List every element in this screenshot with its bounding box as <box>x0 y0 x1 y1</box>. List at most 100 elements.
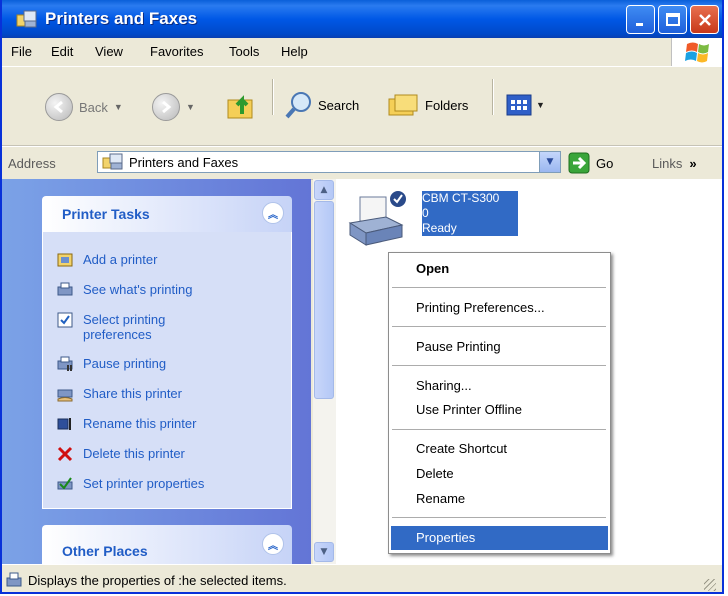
links-button[interactable]: Links » <box>652 156 697 171</box>
task-rename-printer-label: Rename this printer <box>83 416 197 431</box>
printer-icon[interactable] <box>346 189 406 249</box>
status-bar: Displays the properties of :he selected … <box>2 564 722 592</box>
up-folder-icon <box>227 95 253 119</box>
close-button[interactable] <box>690 5 719 34</box>
task-rename-printer[interactable]: Rename this printer <box>57 416 196 432</box>
task-select-preferences-label: Select printing preferences <box>83 312 166 342</box>
menu-delete[interactable]: Delete <box>416 466 454 481</box>
status-text: Displays the properties of :he selected … <box>28 573 287 588</box>
menu-printing-preferences[interactable]: Printing Preferences... <box>416 300 545 315</box>
task-share-printer-label: Share this printer <box>83 386 182 401</box>
scroll-up-icon[interactable]: ▲ <box>314 180 334 200</box>
task-see-printing[interactable]: See what's printing <box>57 282 192 298</box>
minimize-button[interactable] <box>626 5 655 34</box>
menu-favorites[interactable]: Favorites <box>150 44 203 59</box>
address-value: Printers and Faxes <box>129 154 239 170</box>
vertical-scrollbar[interactable]: ▲ ▼ <box>313 179 336 564</box>
printer-name-line2: 0 <box>422 206 429 220</box>
close-icon <box>698 13 711 26</box>
views-icon <box>506 94 532 116</box>
rename-icon <box>57 418 71 430</box>
other-places-title: Other Places <box>62 543 148 559</box>
menu-view[interactable]: View <box>95 44 123 59</box>
go-arrow-icon <box>568 152 590 174</box>
address-input[interactable]: Printers and Faxes ▼ <box>97 151 561 173</box>
menu-edit[interactable]: Edit <box>51 44 73 59</box>
task-delete-printer[interactable]: Delete this printer <box>57 446 185 462</box>
printer-status: Ready <box>422 221 457 235</box>
task-set-properties[interactable]: Set printer properties <box>57 476 204 492</box>
printer-tasks-title: Printer Tasks <box>62 206 150 222</box>
search-button[interactable]: Search <box>284 90 359 120</box>
menu-properties[interactable]: Properties <box>416 530 475 545</box>
status-printer-icon <box>6 572 22 587</box>
forward-arrow-icon <box>152 93 180 121</box>
collapse-chevron-icon[interactable]: ︽ <box>262 533 284 555</box>
explorer-window: Printers and Faxes File Edit View Favori… <box>0 0 724 594</box>
properties-icon <box>57 477 73 490</box>
printer-name-line1: CBM CT-S300 <box>422 191 500 205</box>
windows-flag-icon <box>685 42 709 63</box>
menu-bar: File Edit View Favorites Tools Help <box>2 38 722 67</box>
forward-button[interactable]: ▼ <box>152 93 195 121</box>
toolbar: Back ▼ ▼ Search Folders ▼ <box>2 67 722 146</box>
back-dropdown-icon[interactable]: ▼ <box>114 102 123 112</box>
up-folder-button[interactable] <box>224 88 258 122</box>
go-button[interactable]: Go <box>568 152 613 174</box>
minimize-icon <box>635 22 643 26</box>
printer-name-label[interactable]: CBM CT-S300 0 Ready <box>422 191 518 236</box>
preferences-icon <box>57 312 73 328</box>
menu-sharing[interactable]: Sharing... <box>416 378 472 393</box>
maximize-icon <box>665 12 680 26</box>
search-icon <box>285 92 311 119</box>
menu-pause-printing[interactable]: Pause Printing <box>416 339 501 354</box>
windows-logo <box>671 38 722 66</box>
collapse-chevron-icon[interactable]: ︽ <box>262 202 284 224</box>
menu-file[interactable]: File <box>11 44 32 59</box>
menu-use-printer-offline[interactable]: Use Printer Offline <box>416 402 522 417</box>
menu-create-shortcut[interactable]: Create Shortcut <box>416 441 507 456</box>
folders-icon <box>388 94 418 116</box>
folders-label: Folders <box>425 97 469 113</box>
printer-tasks-header[interactable]: Printer Tasks ︽ <box>42 196 292 232</box>
menu-open[interactable]: Open <box>416 261 449 276</box>
links-label: Links <box>652 156 683 171</box>
back-button[interactable]: Back ▼ <box>45 93 123 121</box>
menu-tools[interactable]: Tools <box>229 44 259 59</box>
search-label: Search <box>318 97 360 113</box>
task-pane: Printer Tasks ︽ Add a printer See what's… <box>2 179 311 564</box>
folders-button[interactable]: Folders <box>387 91 468 119</box>
task-pause-printing-label: Pause printing <box>83 356 167 371</box>
address-label: Address <box>8 156 56 171</box>
address-bar: Address Printers and Faxes ▼ Go Links » <box>2 146 722 180</box>
chevron-right-icon: » <box>689 156 697 171</box>
back-label: Back <box>79 99 108 115</box>
views-dropdown-icon: ▼ <box>536 100 545 110</box>
maximize-button[interactable] <box>658 5 687 34</box>
delete-icon <box>57 446 73 462</box>
menu-rename[interactable]: Rename <box>416 491 465 506</box>
printers-folder-small-icon <box>102 153 123 170</box>
window-title: Printers and Faxes <box>45 9 198 28</box>
forward-dropdown-icon[interactable]: ▼ <box>186 102 195 112</box>
scroll-thumb[interactable] <box>314 201 334 399</box>
see-printing-icon <box>57 282 73 296</box>
menu-help[interactable]: Help <box>281 44 308 59</box>
add-printer-icon <box>57 253 73 267</box>
back-arrow-icon <box>45 93 73 121</box>
task-see-printing-label: See what's printing <box>83 282 193 297</box>
scroll-down-icon[interactable]: ▼ <box>314 542 334 562</box>
address-dropdown-icon[interactable]: ▼ <box>539 152 560 172</box>
views-button[interactable]: ▼ <box>505 93 545 117</box>
resize-grip-icon[interactable] <box>704 579 716 591</box>
task-share-printer[interactable]: Share this printer <box>57 386 182 402</box>
share-icon <box>57 389 73 402</box>
task-delete-printer-label: Delete this printer <box>83 446 185 461</box>
task-add-printer[interactable]: Add a printer <box>57 252 157 268</box>
go-label: Go <box>596 155 614 171</box>
task-select-preferences[interactable]: Select printing preferences <box>57 312 165 342</box>
task-pause-printing[interactable]: Pause printing <box>57 356 166 372</box>
context-menu: Open Printing Preferences... Pause Print… <box>388 252 611 554</box>
title-bar[interactable]: Printers and Faxes <box>2 0 722 38</box>
other-places-header[interactable]: Other Places ︽ <box>42 525 292 564</box>
